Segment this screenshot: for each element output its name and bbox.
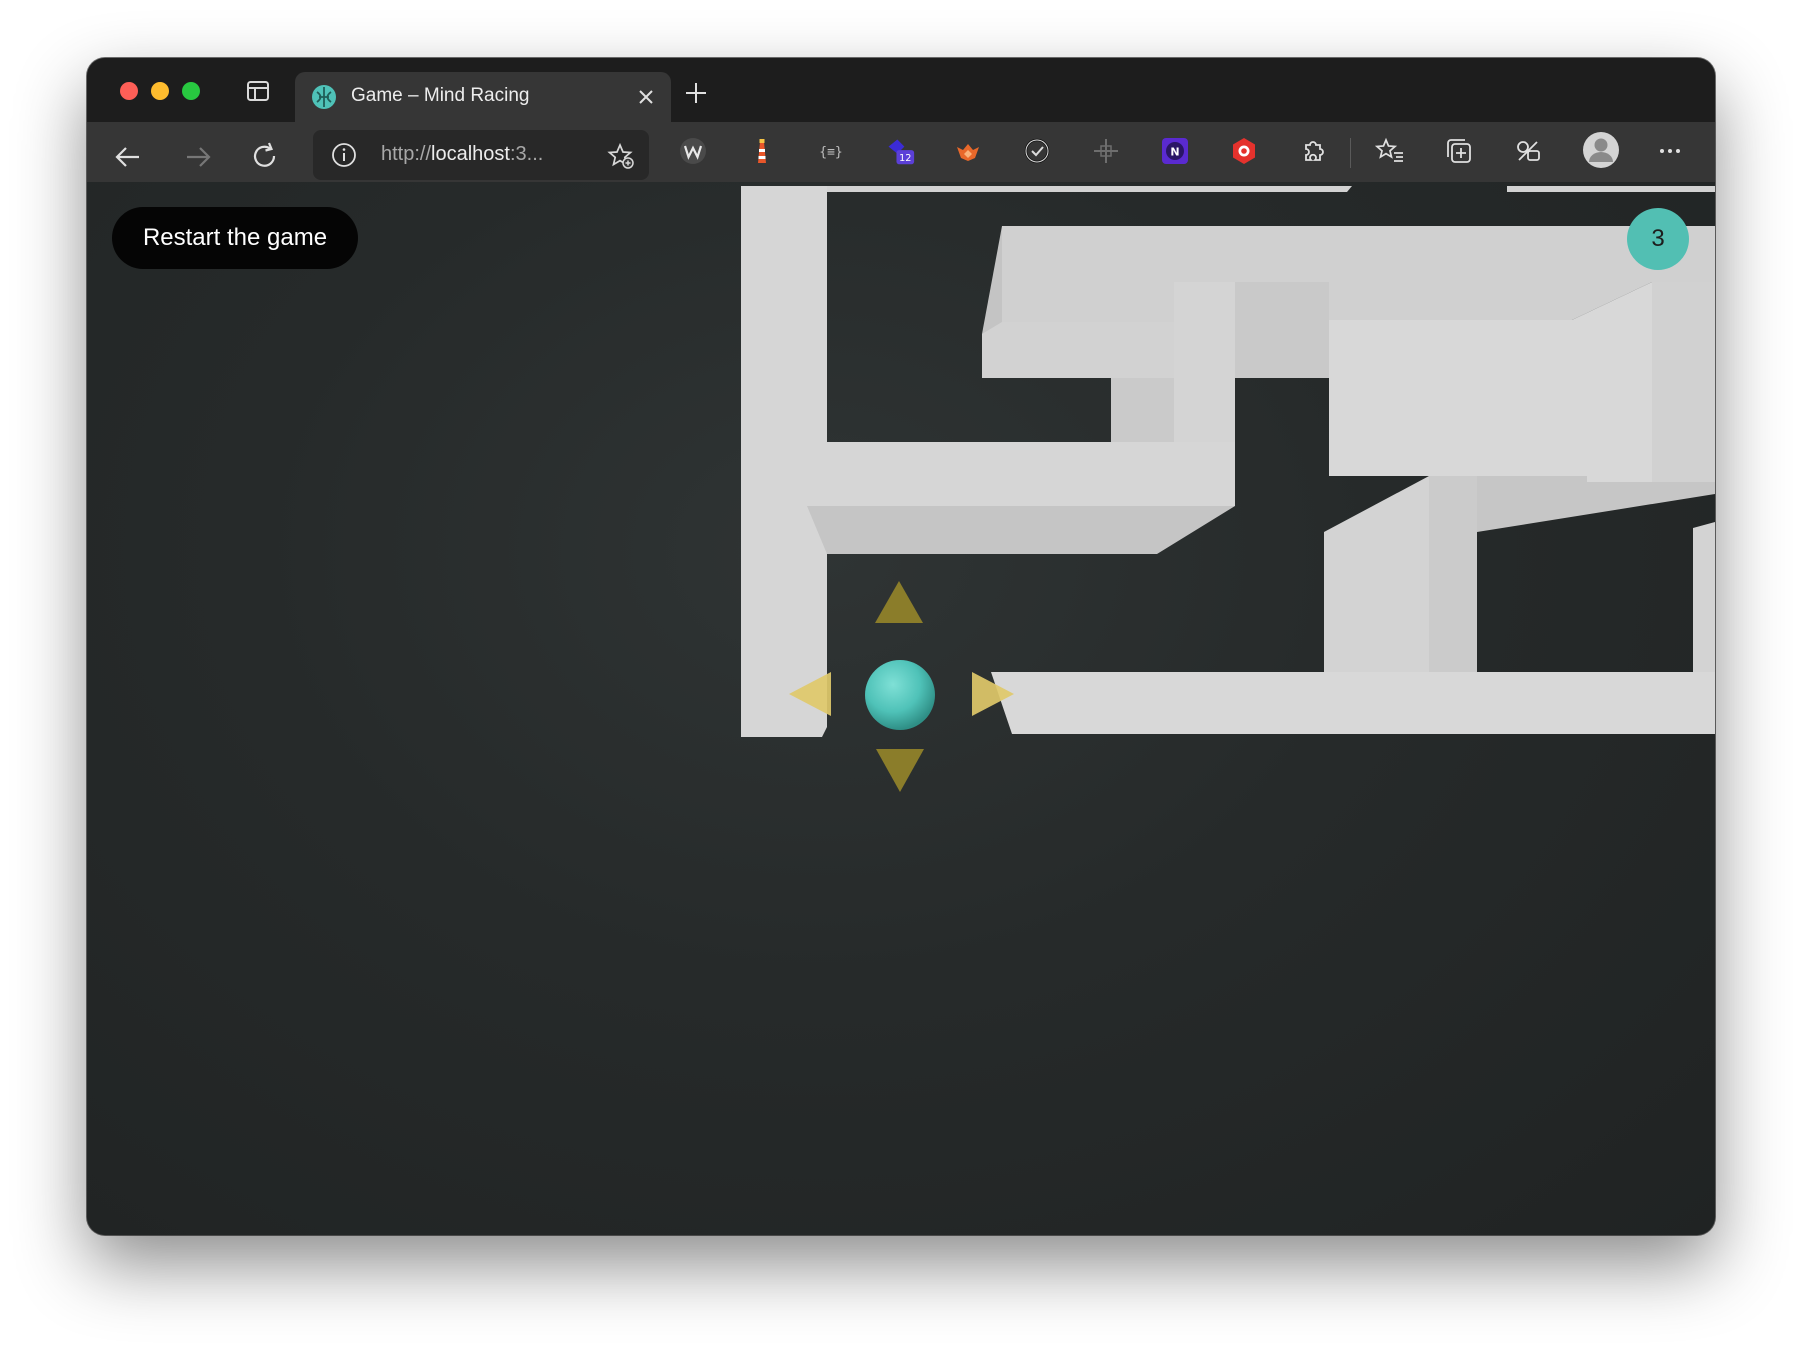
browser-essentials-icon[interactable] [1513,136,1543,166]
new-tab-icon[interactable] [683,80,709,106]
tab-title: Game – Mind Racing [351,85,530,106]
more-options-icon[interactable] [1655,136,1685,166]
refresh-icon[interactable] [248,140,282,174]
browser-window: Game – Mind Racing http://localhost:3...… [87,58,1715,1235]
down-arrow-icon[interactable] [876,749,924,792]
address-url[interactable]: http://localhost:3... [381,143,581,166]
site-info-icon[interactable] [331,142,357,168]
crosshair-extension-icon[interactable] [1091,136,1121,166]
circle-check-extension-icon[interactable] [1022,136,1052,166]
game-viewport[interactable]: Restart the game 3 [87,182,1715,1235]
url-suffix: :3... [509,143,544,165]
address-bar[interactable]: http://localhost:3... [313,130,649,180]
forward-icon[interactable] [181,140,215,174]
add-favorite-icon[interactable] [607,142,635,170]
extensions-puzzle-icon[interactable] [1298,136,1328,166]
close-window-button[interactable] [120,82,138,100]
minimize-window-button[interactable] [151,82,169,100]
tab-sidebar-icon[interactable] [245,78,271,104]
n-extension-letter: N [1170,146,1179,159]
maze-walls [741,186,1715,737]
mind-racing-logo-icon [312,85,336,109]
close-tab-icon[interactable] [635,86,657,108]
svg-text:{≡}: {≡} [819,145,842,160]
orange-fox-extension-icon[interactable] [953,136,983,166]
json-formatter-extension-icon[interactable]: {≡} [816,136,846,166]
toolbar-separator [1350,138,1351,168]
profile-avatar-icon[interactable] [1581,130,1621,170]
tab-game[interactable]: Game – Mind Racing [295,72,671,122]
maximize-window-button[interactable] [182,82,200,100]
maze-scene [741,186,1715,792]
extension-badge: 12 [899,153,911,164]
up-arrow-icon[interactable] [875,581,923,623]
favorites-icon[interactable] [1375,136,1405,166]
url-prefix: http:// [381,143,432,165]
lighthouse-extension-icon[interactable] [747,136,777,166]
collections-icon[interactable] [1444,136,1474,166]
player-ball [865,660,935,730]
level-badge: 3 [1627,208,1689,270]
w-extension-icon[interactable] [678,136,708,166]
hexagon-extension-icon[interactable] [1229,136,1259,166]
purple-extension-icon[interactable]: 12 [885,136,915,166]
n-extension-icon[interactable]: N [1160,136,1190,166]
back-icon[interactable] [111,140,145,174]
title-bar: Game – Mind Racing [87,58,1715,122]
restart-game-button[interactable]: Restart the game [112,207,358,269]
url-host: localhost [431,143,510,165]
